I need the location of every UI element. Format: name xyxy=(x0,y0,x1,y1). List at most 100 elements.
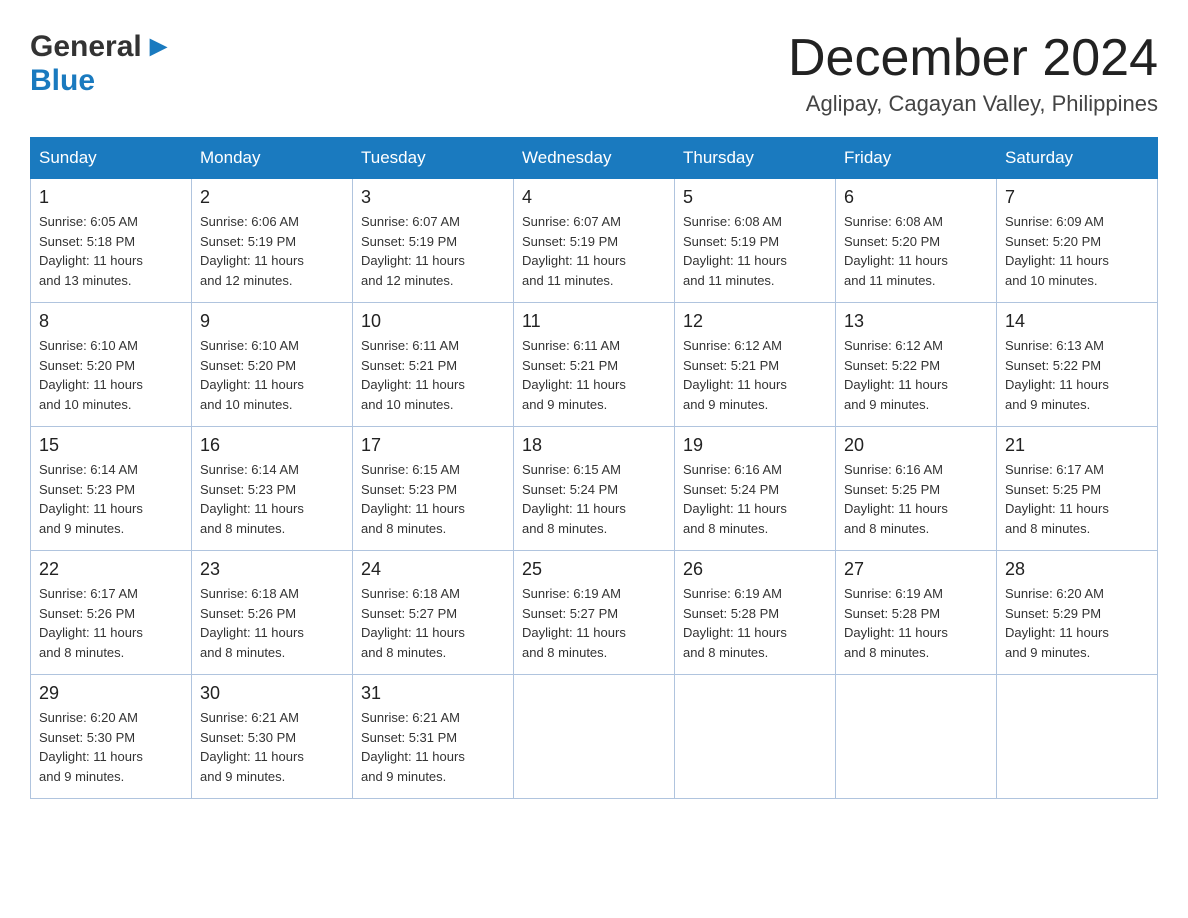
day-info: Sunrise: 6:12 AMSunset: 5:22 PMDaylight:… xyxy=(844,336,988,414)
month-title: December 2024 xyxy=(788,30,1158,87)
day-info: Sunrise: 6:07 AMSunset: 5:19 PMDaylight:… xyxy=(361,212,505,290)
calendar-cell: 30 Sunrise: 6:21 AMSunset: 5:30 PMDayligh… xyxy=(192,675,353,799)
calendar-cell: 28 Sunrise: 6:20 AMSunset: 5:29 PMDayligh… xyxy=(997,551,1158,675)
day-info: Sunrise: 6:20 AMSunset: 5:29 PMDaylight:… xyxy=(1005,584,1149,662)
day-info: Sunrise: 6:16 AMSunset: 5:25 PMDaylight:… xyxy=(844,460,988,538)
calendar-cell: 3 Sunrise: 6:07 AMSunset: 5:19 PMDaylight… xyxy=(353,179,514,303)
day-number: 2 xyxy=(200,187,344,208)
day-number: 31 xyxy=(361,683,505,704)
day-info: Sunrise: 6:14 AMSunset: 5:23 PMDaylight:… xyxy=(200,460,344,538)
day-info: Sunrise: 6:11 AMSunset: 5:21 PMDaylight:… xyxy=(361,336,505,414)
day-info: Sunrise: 6:18 AMSunset: 5:26 PMDaylight:… xyxy=(200,584,344,662)
day-info: Sunrise: 6:21 AMSunset: 5:30 PMDaylight:… xyxy=(200,708,344,786)
calendar-cell: 6 Sunrise: 6:08 AMSunset: 5:20 PMDaylight… xyxy=(836,179,997,303)
day-number: 29 xyxy=(39,683,183,704)
title-block: December 2024 Aglipay, Cagayan Valley, P… xyxy=(788,30,1158,117)
day-info: Sunrise: 6:07 AMSunset: 5:19 PMDaylight:… xyxy=(522,212,666,290)
calendar-cell: 5 Sunrise: 6:08 AMSunset: 5:19 PMDaylight… xyxy=(675,179,836,303)
day-number: 9 xyxy=(200,311,344,332)
day-number: 30 xyxy=(200,683,344,704)
day-info: Sunrise: 6:16 AMSunset: 5:24 PMDaylight:… xyxy=(683,460,827,538)
logo: General ► Blue xyxy=(30,30,173,98)
calendar-cell: 12Sunrise: 6:12 AMSunset: 5:21 PMDayligh… xyxy=(675,303,836,427)
calendar-week-2: 8 Sunrise: 6:10 AMSunset: 5:20 PMDaylight… xyxy=(31,303,1158,427)
calendar-cell xyxy=(514,675,675,799)
day-info: Sunrise: 6:17 AMSunset: 5:25 PMDaylight:… xyxy=(1005,460,1149,538)
weekday-header-tuesday: Tuesday xyxy=(353,138,514,179)
day-info: Sunrise: 6:06 AMSunset: 5:19 PMDaylight:… xyxy=(200,212,344,290)
calendar-week-1: 1Sunrise: 6:05 AMSunset: 5:18 PMDaylight… xyxy=(31,179,1158,303)
day-number: 21 xyxy=(1005,435,1149,456)
day-number: 20 xyxy=(844,435,988,456)
day-info: Sunrise: 6:19 AMSunset: 5:27 PMDaylight:… xyxy=(522,584,666,662)
day-number: 28 xyxy=(1005,559,1149,580)
day-number: 18 xyxy=(522,435,666,456)
day-info: Sunrise: 6:08 AMSunset: 5:19 PMDaylight:… xyxy=(683,212,827,290)
day-info: Sunrise: 6:15 AMSunset: 5:23 PMDaylight:… xyxy=(361,460,505,538)
day-info: Sunrise: 6:08 AMSunset: 5:20 PMDaylight:… xyxy=(844,212,988,290)
calendar-cell: 18 Sunrise: 6:15 AMSunset: 5:24 PMDayligh… xyxy=(514,427,675,551)
day-info: Sunrise: 6:19 AMSunset: 5:28 PMDaylight:… xyxy=(683,584,827,662)
day-number: 24 xyxy=(361,559,505,580)
day-info: Sunrise: 6:13 AMSunset: 5:22 PMDaylight:… xyxy=(1005,336,1149,414)
day-info: Sunrise: 6:14 AMSunset: 5:23 PMDaylight:… xyxy=(39,460,183,538)
day-number: 23 xyxy=(200,559,344,580)
weekday-header-monday: Monday xyxy=(192,138,353,179)
day-number: 7 xyxy=(1005,187,1149,208)
weekday-header-wednesday: Wednesday xyxy=(514,138,675,179)
calendar-week-4: 22 Sunrise: 6:17 AMSunset: 5:26 PMDayligh… xyxy=(31,551,1158,675)
calendar-cell: 13Sunrise: 6:12 AMSunset: 5:22 PMDayligh… xyxy=(836,303,997,427)
day-info: Sunrise: 6:15 AMSunset: 5:24 PMDaylight:… xyxy=(522,460,666,538)
calendar-cell: 2 Sunrise: 6:06 AMSunset: 5:19 PMDaylight… xyxy=(192,179,353,303)
day-info: Sunrise: 6:10 AMSunset: 5:20 PMDaylight:… xyxy=(39,336,183,414)
calendar-cell: 1Sunrise: 6:05 AMSunset: 5:18 PMDaylight… xyxy=(31,179,192,303)
calendar-cell: 31Sunrise: 6:21 AMSunset: 5:31 PMDayligh… xyxy=(353,675,514,799)
day-number: 17 xyxy=(361,435,505,456)
day-info: Sunrise: 6:17 AMSunset: 5:26 PMDaylight:… xyxy=(39,584,183,662)
day-number: 26 xyxy=(683,559,827,580)
day-info: Sunrise: 6:05 AMSunset: 5:18 PMDaylight:… xyxy=(39,212,183,290)
calendar-cell xyxy=(997,675,1158,799)
calendar-week-5: 29 Sunrise: 6:20 AMSunset: 5:30 PMDayligh… xyxy=(31,675,1158,799)
day-number: 14 xyxy=(1005,311,1149,332)
day-number: 5 xyxy=(683,187,827,208)
weekday-header-thursday: Thursday xyxy=(675,138,836,179)
calendar-cell: 17 Sunrise: 6:15 AMSunset: 5:23 PMDayligh… xyxy=(353,427,514,551)
calendar-cell: 15Sunrise: 6:14 AMSunset: 5:23 PMDayligh… xyxy=(31,427,192,551)
weekday-header-row: SundayMondayTuesdayWednesdayThursdayFrid… xyxy=(31,138,1158,179)
calendar-cell: 19Sunrise: 6:16 AMSunset: 5:24 PMDayligh… xyxy=(675,427,836,551)
calendar-cell: 20 Sunrise: 6:16 AMSunset: 5:25 PMDayligh… xyxy=(836,427,997,551)
day-number: 8 xyxy=(39,311,183,332)
logo-general-text: General xyxy=(30,30,142,64)
day-number: 6 xyxy=(844,187,988,208)
calendar-cell: 26 Sunrise: 6:19 AMSunset: 5:28 PMDayligh… xyxy=(675,551,836,675)
calendar-cell: 22 Sunrise: 6:17 AMSunset: 5:26 PMDayligh… xyxy=(31,551,192,675)
calendar-cell xyxy=(675,675,836,799)
day-info: Sunrise: 6:18 AMSunset: 5:27 PMDaylight:… xyxy=(361,584,505,662)
day-info: Sunrise: 6:20 AMSunset: 5:30 PMDaylight:… xyxy=(39,708,183,786)
day-number: 25 xyxy=(522,559,666,580)
day-info: Sunrise: 6:11 AMSunset: 5:21 PMDaylight:… xyxy=(522,336,666,414)
day-number: 10 xyxy=(361,311,505,332)
logo-blue-text: Blue xyxy=(30,64,95,97)
calendar-cell xyxy=(836,675,997,799)
day-number: 4 xyxy=(522,187,666,208)
day-number: 12 xyxy=(683,311,827,332)
day-number: 3 xyxy=(361,187,505,208)
day-number: 22 xyxy=(39,559,183,580)
calendar-cell: 29 Sunrise: 6:20 AMSunset: 5:30 PMDayligh… xyxy=(31,675,192,799)
calendar-cell: 4 Sunrise: 6:07 AMSunset: 5:19 PMDaylight… xyxy=(514,179,675,303)
calendar-table: SundayMondayTuesdayWednesdayThursdayFrid… xyxy=(30,137,1158,799)
day-number: 11 xyxy=(522,311,666,332)
day-number: 16 xyxy=(200,435,344,456)
day-info: Sunrise: 6:19 AMSunset: 5:28 PMDaylight:… xyxy=(844,584,988,662)
calendar-cell: 14 Sunrise: 6:13 AMSunset: 5:22 PMDayligh… xyxy=(997,303,1158,427)
day-info: Sunrise: 6:10 AMSunset: 5:20 PMDaylight:… xyxy=(200,336,344,414)
calendar-week-3: 15Sunrise: 6:14 AMSunset: 5:23 PMDayligh… xyxy=(31,427,1158,551)
calendar-cell: 23 Sunrise: 6:18 AMSunset: 5:26 PMDayligh… xyxy=(192,551,353,675)
calendar-cell: 9 Sunrise: 6:10 AMSunset: 5:20 PMDaylight… xyxy=(192,303,353,427)
weekday-header-sunday: Sunday xyxy=(31,138,192,179)
calendar-cell: 11 Sunrise: 6:11 AMSunset: 5:21 PMDayligh… xyxy=(514,303,675,427)
calendar-cell: 8 Sunrise: 6:10 AMSunset: 5:20 PMDaylight… xyxy=(31,303,192,427)
location-title: Aglipay, Cagayan Valley, Philippines xyxy=(788,91,1158,117)
